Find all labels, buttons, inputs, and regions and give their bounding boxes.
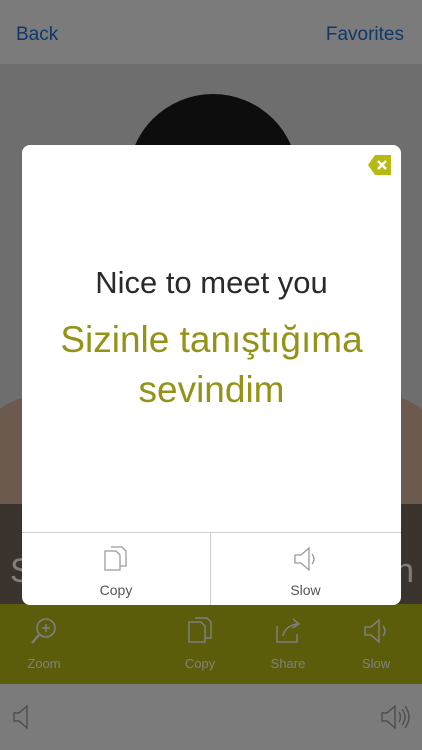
modal-slow-button[interactable]: Slow: [211, 533, 400, 605]
copy-icon: [104, 546, 127, 571]
modal-copy-button[interactable]: Copy: [22, 533, 211, 605]
speaker-icon: [293, 546, 315, 572]
modal-actions: Copy Slow: [22, 532, 401, 605]
close-icon[interactable]: [367, 153, 393, 177]
english-phrase: Nice to meet you: [95, 265, 328, 300]
modal-slow-label: Slow: [290, 582, 321, 598]
turkish-phrase: Sizinle tanıştığıma sevindim: [60, 319, 363, 410]
modal-copy-label: Copy: [99, 582, 133, 598]
phrase-modal: Nice to meet you Sizinle tanıştığıma sev…: [22, 145, 401, 605]
